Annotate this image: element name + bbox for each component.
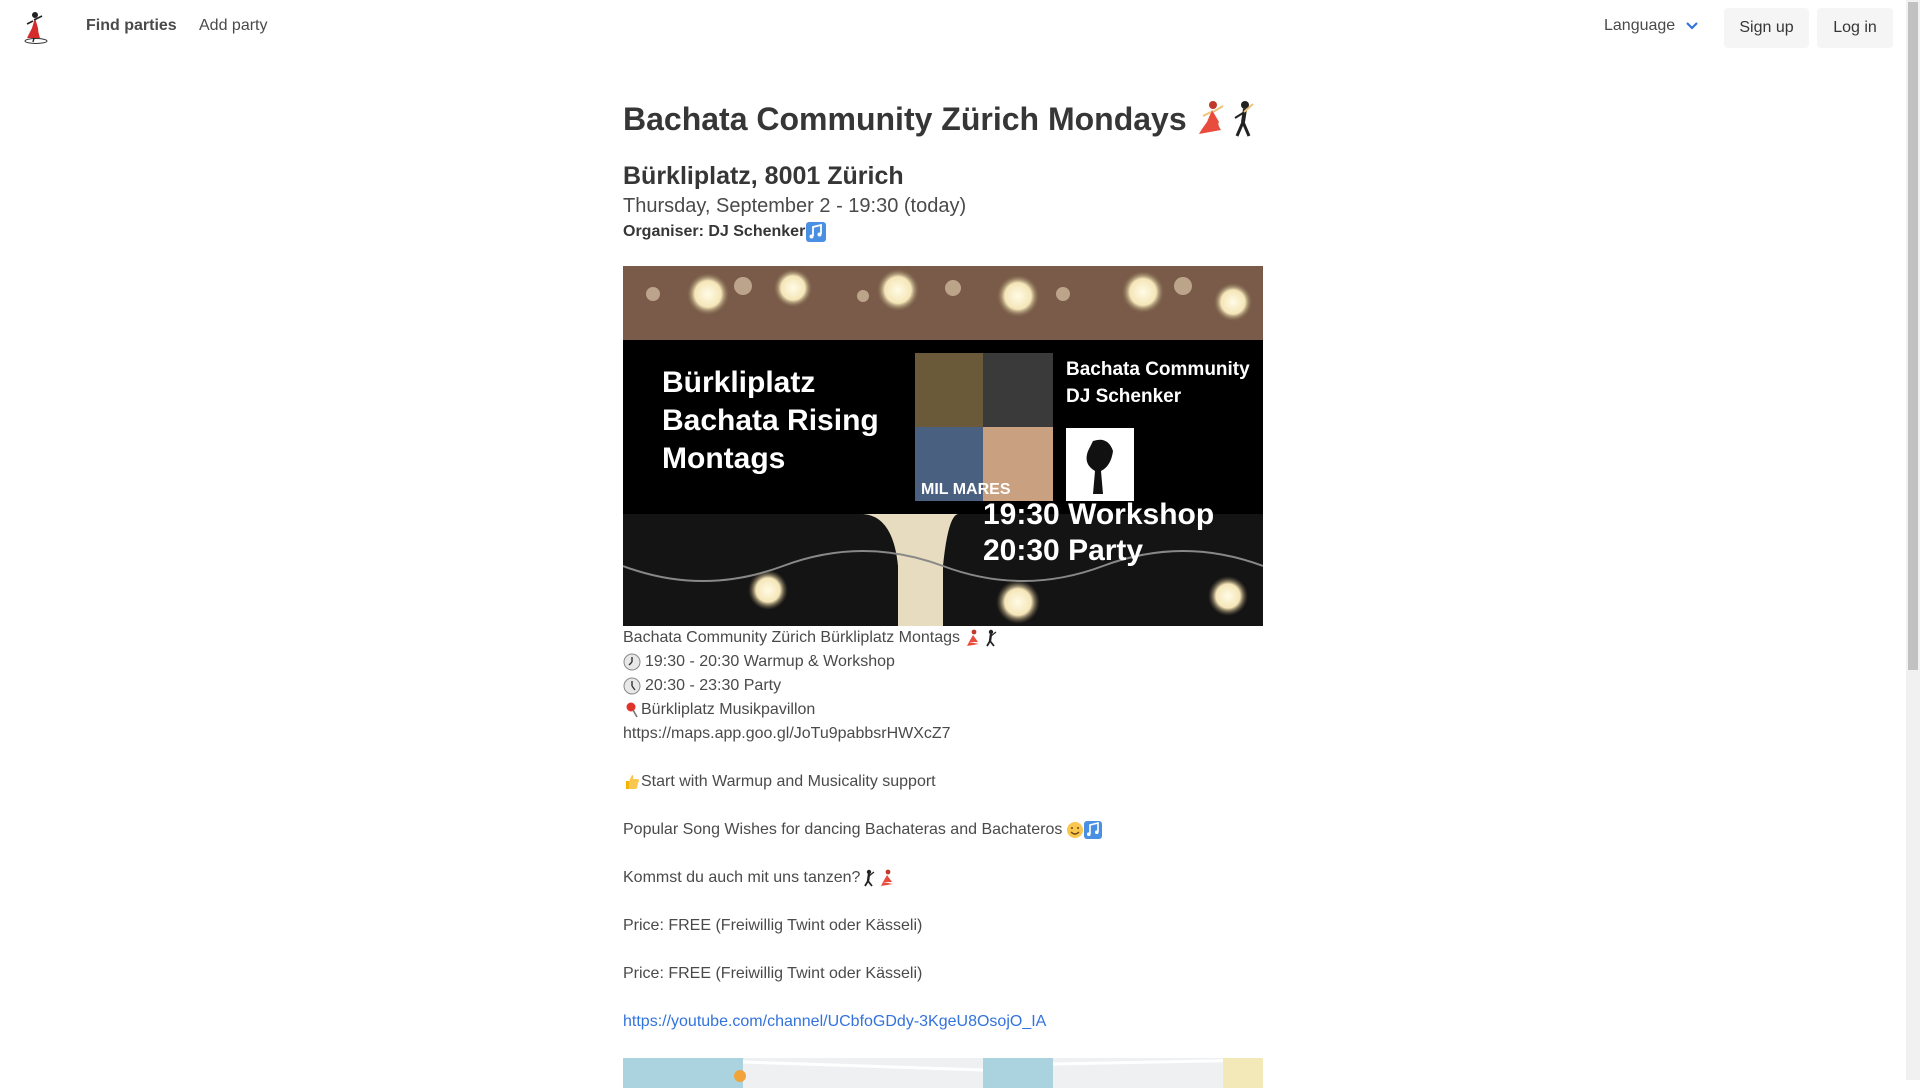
- map-graphic: [623, 1058, 1263, 1088]
- event-organiser-row: Organiser: DJ Schenker: [623, 222, 827, 242]
- smiling-face-icon: [1067, 822, 1084, 838]
- desc-line: Start with Warmup and Musicality support: [623, 770, 1323, 794]
- music-note-icon: [1084, 821, 1103, 839]
- nav-find-parties[interactable]: Find parties: [86, 17, 177, 35]
- desc-line: 20:30 - 23:30 Party: [623, 674, 1323, 698]
- poster-time-line1: 19:30 Workshop: [983, 498, 1214, 531]
- desc-text: Start with Warmup and Musicality support: [641, 773, 936, 790]
- event-description: Bachata Community Zürich Bürkliplatz Mon…: [623, 626, 1323, 1034]
- dancer-man-icon: [864, 869, 875, 887]
- language-label: Language: [1604, 17, 1676, 34]
- youtube-link[interactable]: https://youtube.com/channel/UCbfoGDdy-3K…: [623, 1010, 1046, 1034]
- sign-up-button[interactable]: Sign up: [1724, 8, 1809, 48]
- dancer-man-icon: [986, 629, 997, 647]
- scrollbar-thumb[interactable]: [1908, 2, 1918, 670]
- chevron-down-icon: [1686, 22, 1698, 30]
- desc-line: 19:30 - 20:30 Warmup & Workshop: [623, 650, 1323, 674]
- log-in-button[interactable]: Log in: [1817, 8, 1893, 48]
- desc-line: Price: FREE (Freiwillig Twint oder Kässe…: [623, 962, 1323, 986]
- desc-price: Price: FREE (Freiwillig Twint oder Kässe…: [623, 917, 923, 934]
- event-map[interactable]: [623, 1058, 1263, 1088]
- clock-icon: [623, 653, 641, 671]
- poster-time-line2: 20:30 Party: [983, 534, 1143, 567]
- music-note-icon: [806, 222, 827, 242]
- event-title-row: Bachata Community Zürich Mondays: [623, 100, 1323, 138]
- poster-right-line2: DJ Schenker: [1066, 386, 1182, 407]
- navbar: Find parties Add party Language Sign up …: [0, 0, 1906, 54]
- clock-icon: [623, 677, 641, 695]
- event-organiser: Organiser: DJ Schenker: [623, 223, 806, 240]
- dancer-man-icon: [1234, 101, 1254, 137]
- dancer-logo-icon[interactable]: [22, 10, 52, 44]
- desc-line: Bachata Community Zürich Bürkliplatz Mon…: [623, 626, 1323, 650]
- event-date: Thursday, September 2 - 19:30 (today): [623, 195, 967, 217]
- dancer-woman-icon: [1198, 101, 1224, 134]
- poster-left-line1: Bürkliplatz: [662, 366, 815, 399]
- desc-line: Popular Song Wishes for dancing Bachater…: [623, 818, 1323, 842]
- desc-line: https://maps.app.goo.gl/JoTu9pabbsrHWXcZ…: [623, 722, 1323, 746]
- nav-add-party[interactable]: Add party: [199, 17, 267, 35]
- desc-text: 19:30 - 20:30 Warmup & Workshop: [645, 653, 895, 670]
- event-location: Bürkliplatz, 8001 Zürich: [623, 162, 904, 190]
- desc-text: Bürkliplatz Musikpavillon: [641, 701, 816, 718]
- desc-maps-url: https://maps.app.goo.gl/JoTu9pabbsrHWXcZ…: [623, 725, 951, 742]
- language-dropdown[interactable]: Language: [1604, 17, 1699, 35]
- desc-line: https://youtube.com/channel/UCbfoGDdy-3K…: [623, 1010, 1323, 1034]
- desc-text: Popular Song Wishes for dancing Bachater…: [623, 821, 1063, 838]
- event-poster[interactable]: MIL MARES Bürkliplatz Bachata Rising Mon…: [623, 266, 1263, 626]
- dancer-woman-icon: [881, 869, 894, 886]
- poster-left-line3: Montags: [662, 442, 785, 475]
- desc-text: Kommst du auch mit uns tanzen?: [623, 869, 861, 886]
- desc-line: Bürkliplatz Musikpavillon: [623, 698, 1323, 722]
- event-title: Bachata Community Zürich Mondays: [623, 100, 1187, 137]
- desc-line: Price: FREE (Freiwillig Twint oder Kässe…: [623, 914, 1323, 938]
- poster-graphic: MIL MARES Bürkliplatz Bachata Rising Mon…: [623, 266, 1263, 626]
- desc-line: Kommst du auch mit uns tanzen?: [623, 866, 1323, 890]
- thumbs-up-icon: [626, 775, 639, 789]
- desc-price: Price: FREE (Freiwillig Twint oder Kässe…: [623, 965, 923, 982]
- pushpin-icon: [626, 702, 638, 718]
- poster-right-line1: Bachata Community: [1066, 359, 1250, 380]
- poster-left-line2: Bachata Rising: [662, 404, 879, 437]
- album-title: MIL MARES: [921, 481, 1011, 498]
- desc-text: 20:30 - 23:30 Party: [645, 677, 782, 694]
- desc-text: Bachata Community Zürich Bürkliplatz Mon…: [623, 629, 961, 646]
- dancer-woman-icon: [967, 629, 980, 646]
